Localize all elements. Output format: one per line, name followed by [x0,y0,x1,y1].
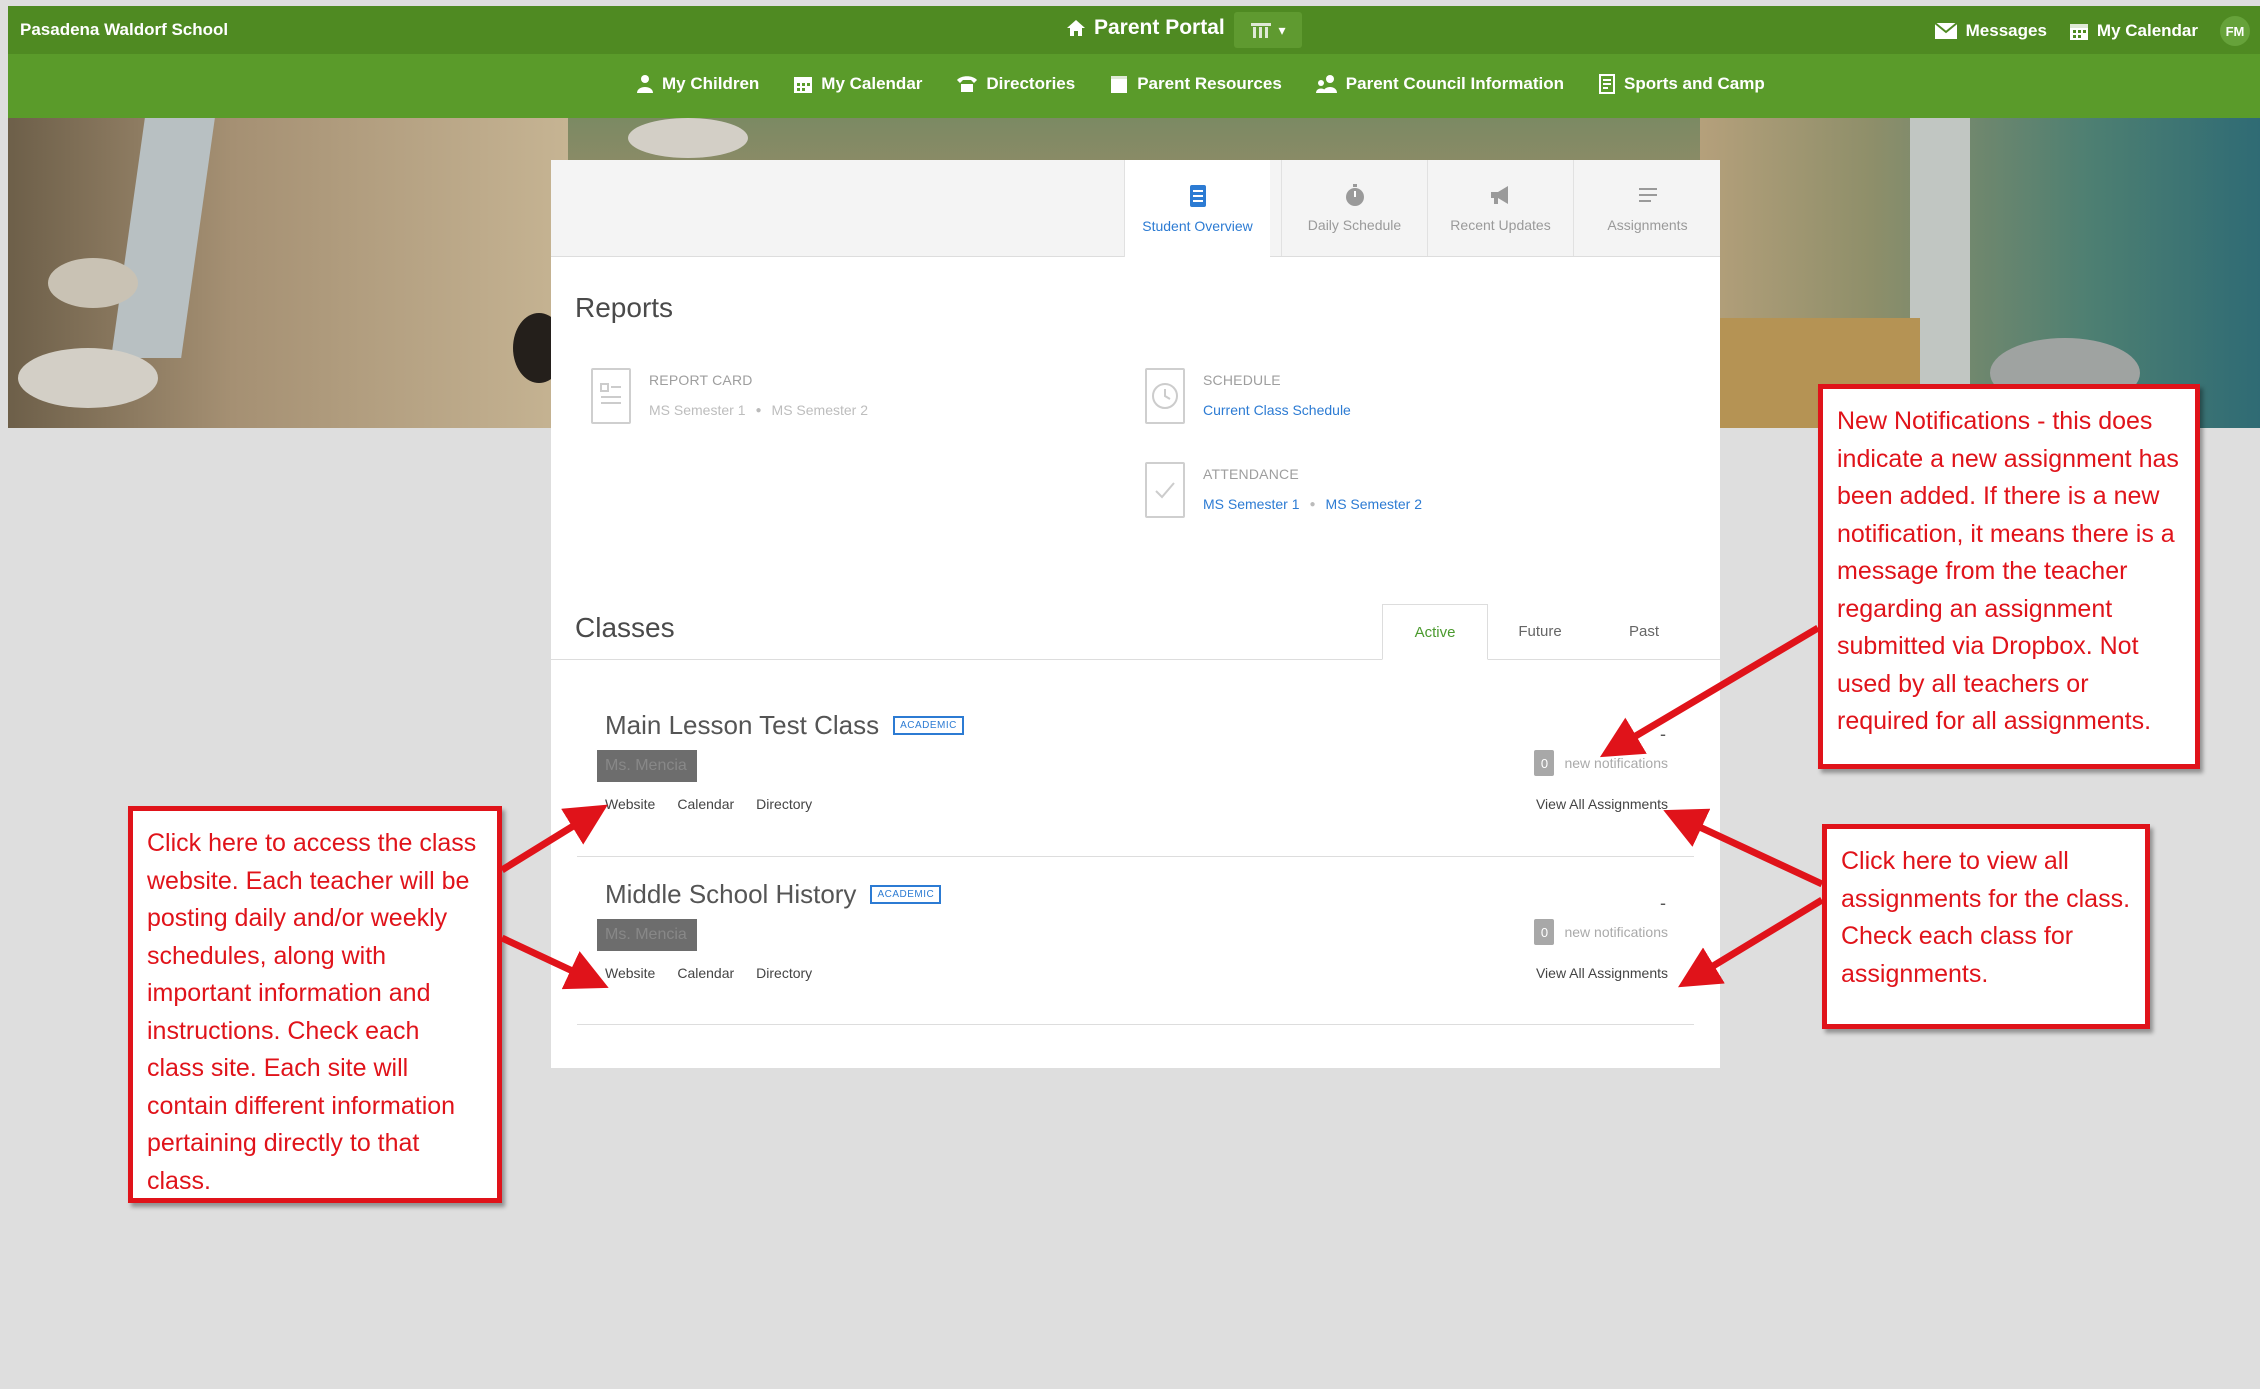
view-all-assignments-link[interactable]: View All Assignments [1536,965,1668,981]
schedule-section: SCHEDULE Current Class Schedule [1145,368,1351,424]
assignments-callout: Click here to view all assignments for t… [1822,824,2150,1029]
notifications-callout: New Notifications - this does indicate a… [1818,384,2200,769]
class-directory-link[interactable]: Directory [756,965,812,981]
nav-parent-resources[interactable]: Parent Resources [1109,74,1282,94]
schedule-label: SCHEDULE [1203,372,1281,388]
calendar-icon [2069,24,2088,40]
overview-tabs: Student Overview Daily Schedule Recent U… [551,160,1720,257]
nav-directories[interactable]: Directories [956,74,1075,94]
document-icon [1598,74,1615,94]
nav-label: Parent Resources [1137,74,1282,93]
top-calendar-link[interactable]: My Calendar [2069,21,2198,41]
tab-active[interactable]: Active [1382,604,1488,660]
class-name[interactable]: Main Lesson Test Class [605,710,879,741]
class-calendar-link[interactable]: Calendar [677,965,734,981]
attendance-semester-2-link[interactable]: MS Semester 2 [1326,496,1422,512]
tab-future[interactable]: Future [1488,604,1592,658]
clock-icon [1145,368,1185,424]
view-all-assignments-link[interactable]: View All Assignments [1536,796,1668,812]
class-type-badge: ACADEMIC [870,885,942,904]
notification-count: 0 [1534,750,1555,776]
attendance-semester-1-link[interactable]: MS Semester 1 [1203,496,1299,512]
messages-label: Messages [1965,21,2047,40]
tab-label: Assignments [1607,217,1688,233]
attendance-label: ATTENDANCE [1203,466,1299,482]
parent-portal-label: Parent Portal [1094,16,1225,39]
attendance-section: ATTENDANCE MS Semester 1 ● MS Semester 2 [1145,462,1422,518]
student-overview-card: Student Overview Daily Schedule Recent U… [551,160,1720,1068]
school-name[interactable]: Pasadena Waldorf School [20,20,228,40]
user-avatar[interactable]: FM [2220,16,2250,46]
nav-parent-council[interactable]: Parent Council Information [1315,74,1564,94]
tab-past[interactable]: Past [1592,604,1696,658]
tab-student-overview[interactable]: Student Overview [1124,160,1270,257]
teacher-name: Ms. Mencia [597,919,697,951]
nav-label: My Children [662,74,760,93]
calendar-icon [794,77,813,93]
list-document-icon [1189,184,1206,207]
my-calendar-label: My Calendar [2096,21,2198,40]
website-callout: Click here to access the class website. … [128,806,502,1203]
tab-label: Recent Updates [1450,217,1551,233]
nav-label: Directories [986,74,1076,93]
class-calendar-link[interactable]: Calendar [677,796,734,812]
class-website-link[interactable]: Website [605,796,655,812]
person-icon [637,75,653,93]
class-website-link[interactable]: Website [605,965,655,981]
current-class-schedule-link[interactable]: Current Class Schedule [1203,402,1351,418]
class-directory-link[interactable]: Directory [756,796,812,812]
parent-portal-link[interactable]: Parent Portal [1066,16,1225,40]
divider [577,856,1694,857]
tab-recent-updates[interactable]: Recent Updates [1427,160,1573,256]
top-bar: Pasadena Waldorf School Parent Portal ▾ … [8,6,2260,54]
megaphone-icon [1490,186,1508,204]
nav-label: Parent Council Information [1345,74,1564,93]
home-icon [1067,20,1085,36]
nav-label: Sports and Camp [1623,74,1765,93]
tab-label: Student Overview [1142,217,1253,234]
report-card-section: REPORT CARD MS Semester 1 ● MS Semester … [591,368,868,424]
phone-icon [957,76,978,92]
messages-link[interactable]: Messages [1933,21,2047,41]
reports-heading: Reports [575,292,674,323]
chevron-down-icon: ▾ [1278,21,1286,38]
checkmark-icon [1145,462,1185,518]
divider [577,1024,1694,1025]
notification-label: new notifications [1564,755,1668,771]
class-row: Main Lesson Test Class ACADEMIC - Ms. Me… [551,710,1720,880]
class-name[interactable]: Middle School History [605,879,856,910]
nav-my-calendar[interactable]: My Calendar [793,74,922,94]
report-card-icon [591,368,631,424]
folder-icon [1111,76,1128,93]
classes-heading: Classes [575,612,675,643]
building-icon [1251,23,1272,38]
row-dash: - [1660,893,1666,913]
nav-my-children[interactable]: My Children [636,74,759,94]
lines-icon [1638,188,1657,202]
notification-label: new notifications [1564,924,1668,940]
report-card-label: REPORT CARD [649,372,753,388]
row-dash: - [1660,724,1666,744]
envelope-icon [1933,22,1958,39]
notification-count: 0 [1534,919,1555,945]
class-type-badge: ACADEMIC [893,716,964,735]
main-nav: My Children My Calendar Directories Pare… [8,54,2260,118]
nav-label: My Calendar [821,74,923,93]
stopwatch-icon [1345,184,1364,206]
tab-daily-schedule[interactable]: Daily Schedule [1281,160,1427,256]
app-switcher-button[interactable]: ▾ [1234,12,1302,48]
people-icon [1315,75,1337,93]
teacher-name: Ms. Mencia [597,750,697,782]
notifications-indicator[interactable]: 0 new notifications [1534,919,1668,945]
tab-label: Daily Schedule [1307,217,1402,233]
report-card-semester-2-link[interactable]: MS Semester 2 [772,402,868,418]
tab-assignments[interactable]: Assignments [1573,160,1721,256]
report-card-semester-1-link[interactable]: MS Semester 1 [649,402,745,418]
classes-filter-tabs: Active Future Past [1382,604,1696,660]
nav-sports-and-camp[interactable]: Sports and Camp [1598,74,1765,94]
notifications-indicator[interactable]: 0 new notifications [1534,750,1668,776]
